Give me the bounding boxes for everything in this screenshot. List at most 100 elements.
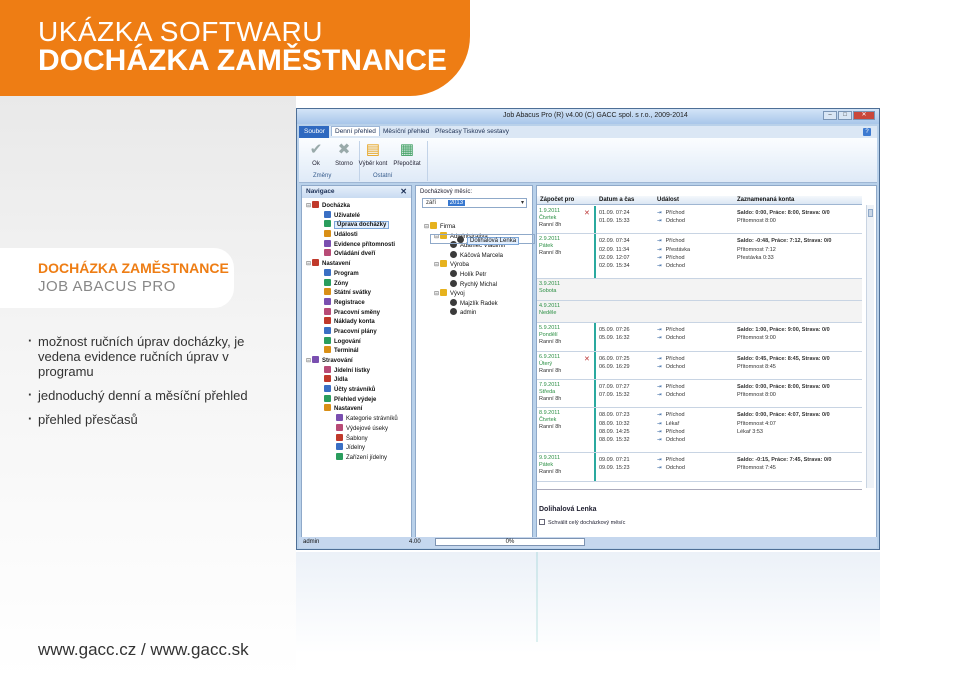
event-times: 08.09. 07:23 08.09. 10:32 08.09. 14:25 08.0… bbox=[599, 412, 630, 443]
day-summary: Saldo: 0:45, Práce: 8:45, Strava: 0/0 Pří… bbox=[737, 355, 830, 370]
hero-banner: UKÁZKA SOFTWARU DOCHÁZKA ZAMĚSTNANCE bbox=[0, 0, 470, 96]
day-row[interactable]: 5.9.2011 Pondělí Ranní 8h 05.09. 07:26 05.09… bbox=[537, 323, 862, 352]
year-input[interactable]: 2013 bbox=[447, 200, 466, 206]
checkbox-icon[interactable] bbox=[539, 519, 545, 525]
terminal-icon bbox=[324, 346, 331, 354]
event-times: 06.09. 07:25 06.09. 16:29 bbox=[599, 355, 630, 370]
nav-item[interactable]: ⊟ Stravování bbox=[306, 356, 411, 366]
nav-item[interactable]: Registrace bbox=[306, 297, 411, 308]
day-row[interactable]: 1.9.2011 Čtvrtek Ranní 8h ✕ 01.09. 07:24 01.0… bbox=[537, 206, 862, 235]
nav-item[interactable]: Nastavení bbox=[306, 404, 411, 414]
canteen-icon bbox=[336, 443, 343, 451]
nav-item[interactable]: Zařízení jídelny bbox=[306, 452, 411, 463]
nav-item[interactable]: Státní svátky bbox=[306, 288, 411, 298]
nav-item[interactable]: Úprava docházky bbox=[306, 220, 411, 230]
day-row[interactable]: 9.9.2011 Pátek Ranní 8h 09.09. 07:21 09.09. … bbox=[537, 453, 862, 482]
chevron-down-icon[interactable]: ▾ bbox=[521, 199, 524, 206]
day-row[interactable]: 6.9.2011 Úterý Ranní 8h ✕ 06.09. 07:25 06.09.… bbox=[537, 351, 862, 380]
day-summary: Saldo: -0:48, Práce: 7:12, Strava: 0/0 Př… bbox=[737, 238, 832, 261]
col-udalost[interactable]: Událost bbox=[657, 197, 679, 203]
nav-item[interactable]: Jídla bbox=[306, 375, 411, 385]
nav-item[interactable]: Účty strávníků bbox=[306, 385, 411, 395]
day-row[interactable]: 4.9.2011 Neděle bbox=[537, 301, 862, 324]
employee-panel: Docházkový měsíc: září 2013 ▾ ⊟Firma⊟Adm… bbox=[415, 185, 535, 547]
group-label-zmeny: Změny bbox=[313, 173, 332, 179]
section-icon bbox=[336, 423, 343, 431]
nav-item[interactable]: Náklady konta bbox=[306, 317, 411, 327]
tree-person[interactable]: admin bbox=[424, 308, 532, 318]
remove-icon[interactable]: ✕ bbox=[584, 209, 590, 217]
tree-group[interactable]: ⊟ Vývoj bbox=[424, 289, 532, 299]
close-icon[interactable]: ✕ bbox=[400, 187, 407, 196]
nav-item[interactable]: Uživatelé bbox=[306, 210, 411, 221]
nav-item[interactable]: Evidence přítomnosti bbox=[306, 239, 411, 250]
menu-soubor[interactable]: Soubor bbox=[299, 126, 329, 138]
tree-person[interactable]: Majzlík Radek bbox=[424, 298, 532, 309]
nav-item[interactable]: Události bbox=[306, 230, 411, 240]
nav-item[interactable]: Pracovní plány bbox=[306, 326, 411, 337]
event-times: 02.09. 07:34 02.09. 11:34 02.09. 12:07 02.0… bbox=[599, 238, 630, 269]
col-datum[interactable]: Datum a čas bbox=[599, 197, 634, 203]
grid-scrollbar[interactable] bbox=[866, 205, 874, 488]
close-button[interactable]: ✕ bbox=[853, 111, 875, 120]
day-row[interactable]: 8.9.2011 Čtvrtek Ranní 8h 08.09. 07:23 08.09… bbox=[537, 408, 862, 454]
event-icon: ⇥ bbox=[657, 384, 662, 390]
tree-item-label: Káčová Marcela bbox=[460, 252, 504, 259]
nav-item[interactable]: ⊟ Nastavení bbox=[306, 259, 411, 269]
tree-group[interactable]: ⊟ Firma bbox=[424, 222, 532, 232]
tree-group[interactable]: ⊟ Výroba bbox=[424, 260, 532, 270]
nav-item[interactable]: Program bbox=[306, 268, 411, 279]
tree-item-label: Výroba bbox=[450, 262, 470, 269]
event-icon: ⇥ bbox=[657, 335, 662, 342]
nav-item[interactable]: Výdejové úseky bbox=[306, 423, 411, 434]
col-konta[interactable]: Zaznamenaná konta bbox=[737, 197, 794, 203]
day-date: 1.9.2011 Čtvrtek Ranní 8h bbox=[539, 208, 562, 228]
day-row[interactable]: 7.9.2011 Středa Ranní 8h 07.09. 07:27 07.09.… bbox=[537, 380, 862, 409]
website-link[interactable]: www.gacc.cz / www.gacc.sk bbox=[38, 640, 249, 660]
nav-item-label: Účty strávníků bbox=[334, 387, 376, 394]
day-row[interactable]: 3.9.2011 Sobota bbox=[537, 279, 862, 302]
nav-item[interactable]: Terminál bbox=[306, 346, 411, 356]
event-types: ⇥ Příchod ⇥ Odchod bbox=[657, 355, 685, 370]
tab-prescasy[interactable]: Přesčasy bbox=[435, 128, 462, 135]
tree-person[interactable]: Holík Petr bbox=[424, 269, 532, 280]
help-icon[interactable]: ? bbox=[863, 128, 871, 136]
month-select[interactable]: září 2013 ▾ bbox=[422, 198, 527, 208]
event-times: 05.09. 07:26 05.09. 16:32 bbox=[599, 327, 630, 342]
nav-item[interactable]: Zóny bbox=[306, 278, 411, 289]
tab-denni-prehled[interactable]: Denní přehled bbox=[331, 126, 380, 136]
minimize-button[interactable]: – bbox=[823, 111, 837, 120]
tab-tiskove-sestavy[interactable]: Tiskové sestavy bbox=[463, 128, 509, 135]
nav-item[interactable]: Jídelny bbox=[306, 443, 411, 453]
tree-person[interactable]: Káčová Marcela bbox=[424, 250, 532, 261]
event-icon: ⇥ bbox=[657, 457, 662, 464]
food-icon bbox=[312, 356, 319, 363]
nav-item-label: Šablony bbox=[346, 435, 368, 442]
nav-item[interactable]: Pracovní směny bbox=[306, 307, 411, 318]
vyber-kont-button[interactable]: ▤ Výběr kont bbox=[354, 141, 392, 167]
nav-item-label: Ovládání dveří bbox=[334, 251, 376, 258]
event-icon: ⇥ bbox=[657, 218, 662, 225]
col-zapocet[interactable]: Zápočet pro bbox=[540, 197, 574, 203]
attendance-grid: Zápočet pro Datum a čas Událost Zaznamen… bbox=[536, 185, 877, 547]
nav-item-label: Úprava docházky bbox=[334, 221, 390, 230]
maximize-button[interactable]: □ bbox=[838, 111, 852, 120]
nav-item[interactable]: ⊟ Docházka bbox=[306, 201, 411, 211]
tree-person[interactable]: Rychlý Michal bbox=[424, 279, 532, 290]
day-row[interactable]: 2.9.2011 Pátek Ranní 8h 02.09. 07:34 02.09. … bbox=[537, 234, 862, 280]
window-title: Job Abacus Pro (R) v4.00 (C) GACC spol. … bbox=[503, 112, 688, 119]
nav-item[interactable]: Logování bbox=[306, 336, 411, 347]
nav-item[interactable]: Šablony bbox=[306, 433, 411, 444]
approve-month-checkbox[interactable]: Schválit celý docházkový měsíc bbox=[539, 519, 625, 526]
prepocitat-button[interactable]: ▦ Přepočítat bbox=[389, 141, 425, 167]
nav-item[interactable]: Jídelní lístky bbox=[306, 365, 411, 376]
ok-button[interactable]: ✔ Ok bbox=[301, 141, 331, 167]
card-subtitle: JOB ABACUS PRO bbox=[38, 278, 176, 295]
nav-item[interactable]: Přehled výdeje bbox=[306, 394, 411, 405]
tree-person[interactable]: Dolihalová Lenka bbox=[430, 234, 535, 245]
tab-mesicni-prehled[interactable]: Měsíční přehled bbox=[383, 128, 429, 135]
nav-item[interactable]: Ovládání dveří bbox=[306, 249, 411, 259]
remove-icon[interactable]: ✕ bbox=[584, 355, 590, 363]
nav-item[interactable]: Kategorie strávníků bbox=[306, 414, 411, 424]
tree-item-label: Majzlík Radek bbox=[460, 300, 498, 307]
